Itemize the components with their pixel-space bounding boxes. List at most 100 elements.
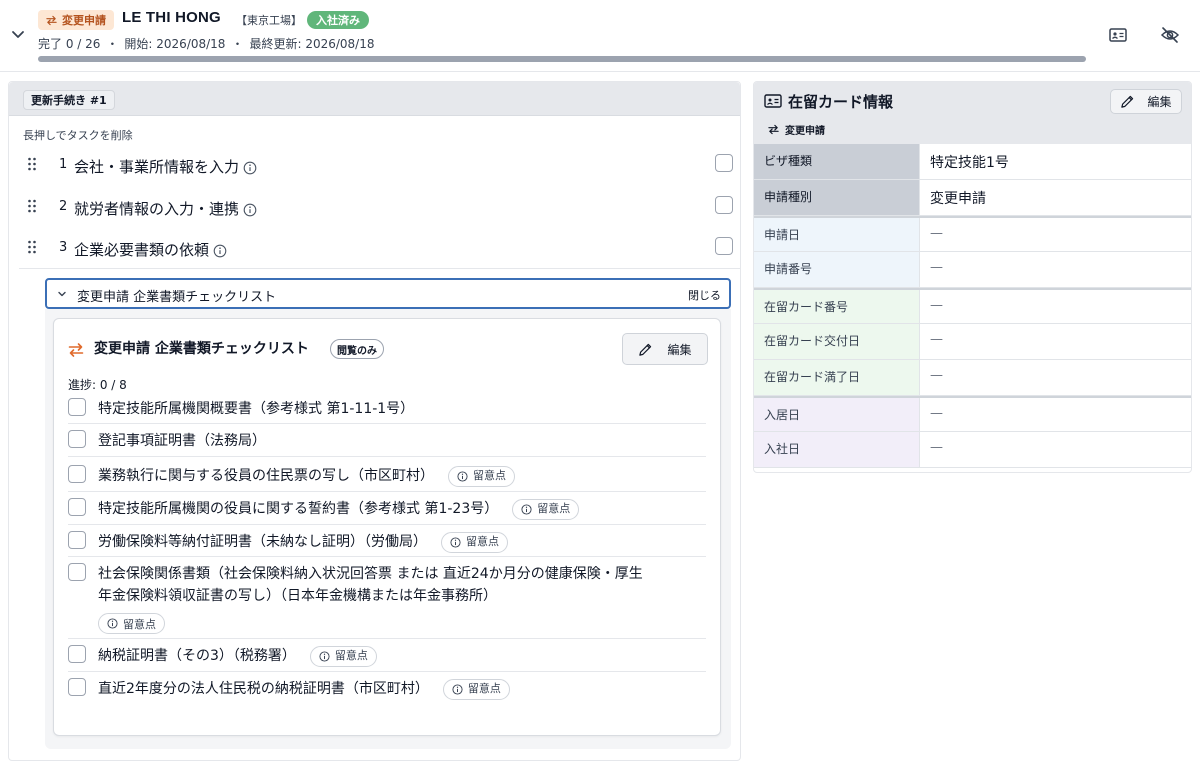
- row-key: 入居日: [754, 398, 920, 431]
- checklist-checkbox[interactable]: [68, 531, 86, 549]
- checklist-item-label-cont: 年金保険料領収証書の写し）（日本年金機構または年金事務所）: [98, 588, 497, 604]
- task-item[interactable]: 2 就労者情報の入力・連携: [23, 196, 733, 220]
- readonly-badge: 閲覧のみ: [330, 339, 384, 359]
- checklist-item-label: 特定技能所属機関の役員に関する誓約書（参考様式 第1-23号）: [98, 501, 499, 517]
- row-value: —: [920, 360, 1191, 395]
- row-value: —: [920, 218, 1191, 251]
- note-button[interactable]: 留意点: [442, 678, 510, 700]
- task-item[interactable]: 3 企業必要書類の依頼: [23, 237, 733, 261]
- row-key: ビザ種類: [754, 144, 920, 179]
- residence-card-panel: 在留カード情報 編集 変更申請 ビザ種類 特定技能1号 申請種別 変更申請 申請日 — 申請…: [753, 81, 1192, 473]
- renewal-panel: 更新手続き #1 長押しでタスクを削除 1 会社・事業所情報を入力 2 就労者情…: [8, 81, 741, 761]
- residence-row: 入社日 —: [754, 432, 1191, 468]
- checklist-item-text: 特定技能所属機関の役員に関する誓約書（参考様式 第1-23号） 留意点: [98, 498, 580, 520]
- checklist-item[interactable]: 業務執行に関与する役員の住民票の写し（市区町村） 留意点: [68, 459, 706, 492]
- checklist-item[interactable]: 直近2年度分の法人住民税の納税証明書（市区町村） 留意点: [68, 672, 706, 706]
- change-badge-label: 変更申請: [62, 14, 106, 27]
- info-icon[interactable]: [243, 161, 257, 175]
- checklist-item[interactable]: 特定技能所属機関概要書（参考様式 第1-11-1号）: [68, 392, 706, 424]
- note-button[interactable]: 留意点: [448, 465, 515, 487]
- divider: [19, 268, 741, 269]
- id-card-icon[interactable]: [1108, 26, 1128, 44]
- row-value: —: [920, 432, 1191, 467]
- residence-row: 在留カード満了日 —: [754, 360, 1191, 396]
- note-button[interactable]: 留意点: [309, 645, 377, 667]
- task-checkbox[interactable]: [715, 196, 733, 214]
- residence-row: 在留カード番号 —: [754, 288, 1191, 324]
- checklist-item[interactable]: 社会保険関係書類（社会保険料納入状況回答票 または 直近24か月分の健康保険・厚…: [68, 557, 706, 639]
- delete-hint: 長押しでタスクを削除: [23, 129, 133, 142]
- swap-arrows-icon: [768, 124, 779, 135]
- info-icon[interactable]: [213, 244, 227, 258]
- checklist-item[interactable]: 労働保険料等納付証明書（未納なし証明）（労働局） 留意点: [68, 525, 706, 557]
- checklist-checkbox[interactable]: [68, 398, 86, 416]
- row-value: —: [920, 398, 1191, 431]
- row-key: 申請番号: [754, 252, 920, 287]
- checklist-container: 変更申請 企業書類チェックリスト 閲覧のみ 編集 進捗: 0 / 8 特定技能所…: [45, 309, 731, 749]
- drag-handle-icon[interactable]: [27, 240, 37, 254]
- renewal-panel-header: 更新手続き #1: [9, 82, 740, 116]
- residence-card-title: 在留カード情報: [788, 93, 894, 111]
- meta-separator: ・: [231, 37, 244, 51]
- checklist-item[interactable]: 納税証明書（その3）（税務署） 留意点: [68, 639, 706, 672]
- checklist-item-text: 納税証明書（その3）（税務署） 留意点: [98, 645, 377, 667]
- checklist-item-label: 登記事項証明書（法務局）: [98, 433, 266, 449]
- meta-separator: ・: [106, 37, 119, 51]
- row-value: —: [920, 324, 1191, 359]
- residence-edit-button[interactable]: 編集: [1110, 89, 1182, 114]
- task-checkbox[interactable]: [715, 154, 733, 172]
- pencil-icon: [1120, 94, 1135, 109]
- swap-arrows-icon: [68, 342, 84, 358]
- checklist-accordion-header[interactable]: 変更申請 企業書類チェックリスト 閉じる: [45, 278, 731, 309]
- checklist-item[interactable]: 特定技能所属機関の役員に関する誓約書（参考様式 第1-23号） 留意点: [68, 492, 706, 525]
- checklist-edit-button[interactable]: 編集: [622, 333, 708, 365]
- info-icon: [319, 650, 330, 662]
- chevron-down-icon[interactable]: [10, 26, 26, 42]
- factory-label: 【東京工場】: [236, 14, 302, 27]
- row-key: 在留カード満了日: [754, 360, 920, 395]
- checklist-item-text: 労働保険料等納付証明書（未納なし証明）（労働局） 留意点: [98, 531, 508, 553]
- row-value: 変更申請: [920, 180, 1191, 215]
- checklist-checkbox[interactable]: [68, 678, 86, 696]
- checklist-checkbox[interactable]: [68, 430, 86, 448]
- task-label-text: 企業必要書類の依頼: [74, 241, 210, 259]
- checklist-checkbox[interactable]: [68, 498, 86, 516]
- note-button[interactable]: 留意点: [441, 531, 508, 553]
- checklist-checkbox[interactable]: [68, 563, 86, 581]
- residence-row: 入居日 —: [754, 396, 1191, 432]
- eye-off-icon[interactable]: [1160, 26, 1180, 44]
- checklist-checkbox[interactable]: [68, 465, 86, 483]
- residence-row: 在留カード交付日 —: [754, 324, 1191, 360]
- task-number: 2: [59, 199, 68, 214]
- checklist-item-text: 業務執行に関与する役員の住民票の写し（市区町村） 留意点: [98, 465, 515, 487]
- note-label: 留意点: [537, 502, 571, 515]
- task-item[interactable]: 1 会社・事業所情報を入力: [23, 154, 733, 178]
- checklist-item[interactable]: 登記事項証明書（法務局）: [68, 424, 706, 457]
- checklist-checkbox[interactable]: [68, 645, 86, 663]
- info-icon[interactable]: [243, 203, 257, 217]
- drag-handle-icon[interactable]: [27, 157, 37, 171]
- close-button[interactable]: 閉じる: [688, 287, 721, 303]
- renewal-section-tab[interactable]: 更新手続き #1: [23, 90, 115, 110]
- row-value: —: [920, 252, 1191, 287]
- pencil-icon: [638, 342, 653, 357]
- task-checkbox[interactable]: [715, 237, 733, 255]
- task-label-text: 就労者情報の入力・連携: [74, 200, 240, 218]
- note-label: 留意点: [467, 682, 501, 695]
- drag-handle-icon[interactable]: [27, 199, 37, 213]
- checklist-item-label: 特定技能所属機関概要書（参考様式 第1-11-1号）: [98, 401, 415, 417]
- info-icon: [450, 536, 461, 548]
- swap-arrows-icon: [46, 15, 57, 26]
- task-label: 会社・事業所情報を入力: [74, 156, 257, 177]
- application-type-label: 変更申請: [768, 122, 825, 137]
- page-header: 変更申請 LE THI HONG 【東京工場】 入社済み 完了 0 / 26 ・開…: [0, 0, 1200, 72]
- note-button[interactable]: 留意点: [512, 498, 580, 520]
- start-date: 開始: 2026/08/18: [124, 37, 226, 51]
- row-key: 入社日: [754, 432, 920, 467]
- row-key: 在留カード番号: [754, 290, 920, 323]
- id-card-icon: [764, 94, 782, 108]
- info-icon: [457, 470, 468, 482]
- note-button[interactable]: 留意点: [98, 613, 165, 634]
- residence-card-header: 在留カード情報 編集 変更申請: [754, 82, 1191, 144]
- checklist-item-label: 社会保険関係書類（社会保険料納入状況回答票 または 直近24か月分の健康保険・厚…: [98, 566, 643, 582]
